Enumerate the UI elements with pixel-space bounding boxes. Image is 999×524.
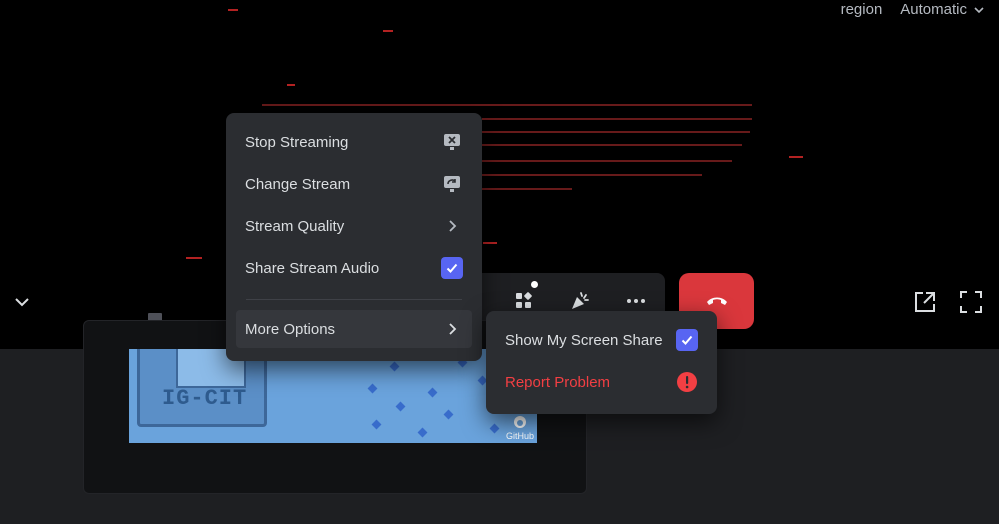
stream-preview[interactable]: IG-CIT GitHub — [129, 349, 537, 443]
chevron-right-icon — [441, 215, 463, 237]
stream-quality-label: Stream Quality — [245, 217, 345, 235]
stop-streaming-label: Stop Streaming — [245, 133, 349, 151]
region-value: Automatic — [900, 1, 967, 18]
collapse-button[interactable] — [8, 288, 36, 316]
stream-artifact — [287, 84, 295, 86]
chevron-down-icon — [15, 298, 29, 307]
popout-button[interactable] — [911, 288, 939, 316]
report-problem-label: Report Problem — [505, 373, 611, 391]
popout-icon — [915, 292, 935, 312]
region-selector[interactable]: region Automatic — [841, 1, 985, 18]
more-options-submenu: Show My Screen Share Report Problem — [486, 311, 717, 414]
fullscreen-icon — [960, 291, 982, 313]
share-stream-audio-checkbox[interactable] — [441, 257, 463, 279]
menu-separator — [246, 299, 462, 300]
github-logo: GitHub — [505, 415, 535, 441]
change-stream-label: Change Stream — [245, 175, 351, 193]
change-stream-icon — [441, 173, 463, 195]
report-problem-item[interactable]: Report Problem — [496, 363, 707, 401]
stream-quality-item[interactable]: Stream Quality — [236, 207, 472, 245]
stream-artifact — [789, 156, 803, 158]
show-my-screen-share-item[interactable]: Show My Screen Share — [496, 321, 707, 359]
more-dots-icon — [627, 299, 645, 303]
chevron-down-icon — [974, 6, 984, 13]
show-my-screen-share-checkbox[interactable] — [676, 329, 698, 351]
show-my-screen-share-label: Show My Screen Share — [505, 331, 663, 349]
stop-streaming-item[interactable]: Stop Streaming — [236, 123, 472, 161]
activity-icon — [516, 292, 532, 308]
preview-graphic-text: IG-CIT — [162, 386, 248, 411]
stream-artifact — [186, 257, 202, 259]
stream-artifact — [483, 242, 497, 244]
stream-stage: region Automatic — [0, 0, 999, 349]
chevron-right-icon — [441, 318, 463, 340]
share-stream-audio-item[interactable]: Share Stream Audio — [236, 249, 472, 287]
more-options-label: More Options — [245, 320, 336, 338]
stream-artifact — [228, 9, 238, 11]
stop-stream-icon — [441, 131, 463, 153]
share-stream-audio-label: Share Stream Audio — [245, 259, 380, 277]
github-logo-text: GitHub — [505, 431, 534, 441]
party-popper-icon — [572, 292, 589, 309]
change-stream-item[interactable]: Change Stream — [236, 165, 472, 203]
warning-circle-icon — [676, 371, 698, 393]
checkmark-icon — [681, 335, 693, 345]
fullscreen-button[interactable] — [957, 288, 985, 316]
region-dropdown[interactable]: Automatic — [900, 1, 985, 18]
region-label: region — [840, 1, 883, 18]
notification-dot — [531, 281, 538, 288]
stream-artifact — [383, 30, 393, 32]
checkmark-icon — [446, 263, 458, 273]
stream-context-menu: Stop Streaming Change Stream Stream Qual… — [226, 113, 482, 361]
more-options-item[interactable]: More Options — [236, 310, 472, 348]
